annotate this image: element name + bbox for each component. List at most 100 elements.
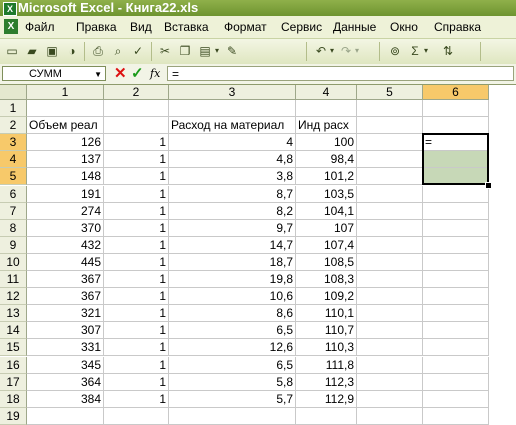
insert-function-icon[interactable]: fx	[150, 66, 160, 82]
data-cell[interactable]: 18,7	[169, 253, 296, 271]
row-header-19[interactable]: 19	[0, 407, 27, 425]
data-cell[interactable]: 148	[27, 168, 104, 186]
cell[interactable]	[423, 236, 489, 254]
data-cell[interactable]: 6,5	[169, 322, 296, 340]
cell[interactable]	[423, 168, 489, 186]
data-cell[interactable]: 1	[104, 288, 169, 306]
data-cell[interactable]: 101,2	[296, 168, 357, 186]
cell[interactable]	[357, 253, 423, 271]
name-box[interactable]: СУММ ▼	[2, 66, 106, 81]
workbook-icon[interactable]: X	[4, 19, 18, 34]
row-header-3[interactable]: 3	[0, 134, 27, 152]
data-cell[interactable]: 108,3	[296, 271, 357, 289]
menu-file[interactable]: Файл	[25, 20, 55, 34]
cell[interactable]	[357, 407, 423, 425]
paste-icon[interactable]: ▤	[197, 43, 213, 59]
data-cell[interactable]: 1	[104, 151, 169, 169]
data-cell[interactable]: 1	[104, 305, 169, 323]
data-cell[interactable]: 345	[27, 356, 104, 374]
data-cell[interactable]: 110,1	[296, 305, 357, 323]
menu-tools[interactable]: Сервис	[281, 20, 322, 34]
data-cell[interactable]: 1	[104, 339, 169, 357]
row-header-9[interactable]: 9	[0, 236, 27, 254]
data-cell[interactable]: 1	[104, 236, 169, 254]
menu-edit[interactable]: Правка	[76, 20, 117, 34]
cut-icon[interactable]: ✂	[157, 43, 173, 59]
cell[interactable]	[423, 322, 489, 340]
row-header-11[interactable]: 11	[0, 271, 27, 289]
column-header-3[interactable]: 3	[169, 85, 296, 100]
chevron-down-icon[interactable]: ▼	[94, 67, 102, 82]
cell[interactable]	[423, 288, 489, 306]
data-cell[interactable]: 1	[104, 134, 169, 152]
header-cell[interactable]: Расход на материал	[169, 117, 296, 135]
save-icon[interactable]: ▣	[44, 43, 60, 59]
data-cell[interactable]: 98,4	[296, 151, 357, 169]
paste-dropdown-icon[interactable]: ▾	[213, 43, 221, 59]
menu-data[interactable]: Данные	[333, 20, 376, 34]
column-header-1[interactable]: 1	[27, 85, 104, 100]
data-cell[interactable]: 321	[27, 305, 104, 323]
data-cell[interactable]: 307	[27, 322, 104, 340]
cell[interactable]	[357, 168, 423, 186]
cell[interactable]	[357, 202, 423, 220]
data-cell[interactable]: 111,8	[296, 356, 357, 374]
cell[interactable]	[423, 185, 489, 203]
formula-input[interactable]: =	[167, 66, 514, 81]
print-icon[interactable]: ⎙	[90, 43, 106, 59]
row-header-10[interactable]: 10	[0, 253, 27, 271]
header-cell[interactable]: Объем реал	[27, 117, 104, 135]
row-header-15[interactable]: 15	[0, 339, 27, 357]
data-cell[interactable]: 1	[104, 219, 169, 237]
data-cell[interactable]: 112,9	[296, 390, 357, 408]
cell[interactable]	[296, 100, 357, 118]
cell[interactable]	[423, 339, 489, 357]
cell[interactable]	[423, 219, 489, 237]
cell[interactable]	[357, 322, 423, 340]
cell[interactable]	[423, 407, 489, 425]
data-cell[interactable]: 14,7	[169, 236, 296, 254]
redo-dropdown-icon[interactable]: ▾	[353, 43, 361, 59]
menu-view[interactable]: Вид	[130, 20, 152, 34]
active-cell[interactable]: =	[423, 134, 489, 152]
row-header-18[interactable]: 18	[0, 390, 27, 408]
data-cell[interactable]: 10,6	[169, 288, 296, 306]
excel-app-icon[interactable]: X	[3, 2, 17, 16]
autosum-dropdown-icon[interactable]: ▾	[422, 43, 430, 59]
row-header-1[interactable]: 1	[0, 100, 27, 118]
cell[interactable]	[357, 356, 423, 374]
data-cell[interactable]: 12,6	[169, 339, 296, 357]
cell[interactable]	[423, 151, 489, 169]
data-cell[interactable]: 1	[104, 271, 169, 289]
column-header-6[interactable]: 6	[423, 85, 489, 100]
cell[interactable]	[357, 185, 423, 203]
row-header-6[interactable]: 6	[0, 185, 27, 203]
open-icon[interactable]: ▰	[24, 43, 40, 59]
cell[interactable]	[423, 390, 489, 408]
format-painter-icon[interactable]: ✎	[224, 43, 240, 59]
data-cell[interactable]: 274	[27, 202, 104, 220]
data-cell[interactable]: 1	[104, 322, 169, 340]
cell[interactable]	[169, 407, 296, 425]
row-header-16[interactable]: 16	[0, 356, 27, 374]
data-cell[interactable]: 8,7	[169, 185, 296, 203]
data-cell[interactable]: 112,3	[296, 373, 357, 391]
row-header-13[interactable]: 13	[0, 305, 27, 323]
data-cell[interactable]: 107,4	[296, 236, 357, 254]
data-cell[interactable]: 110,7	[296, 322, 357, 340]
data-cell[interactable]: 3,8	[169, 168, 296, 186]
data-cell[interactable]: 103,5	[296, 185, 357, 203]
spelling-icon[interactable]: ✓	[130, 43, 146, 59]
menu-insert[interactable]: Вставка	[164, 20, 209, 34]
menu-window[interactable]: Окно	[390, 20, 418, 34]
undo-icon[interactable]: ↶	[313, 43, 329, 59]
cell[interactable]	[169, 100, 296, 118]
data-cell[interactable]: 6,5	[169, 356, 296, 374]
header-cell[interactable]	[104, 117, 169, 135]
cell[interactable]	[423, 305, 489, 323]
cancel-icon[interactable]: ✕	[114, 65, 127, 83]
row-header-5[interactable]: 5	[0, 168, 27, 186]
row-header-14[interactable]: 14	[0, 322, 27, 340]
data-cell[interactable]: 4,8	[169, 151, 296, 169]
select-all-corner[interactable]	[0, 85, 27, 100]
